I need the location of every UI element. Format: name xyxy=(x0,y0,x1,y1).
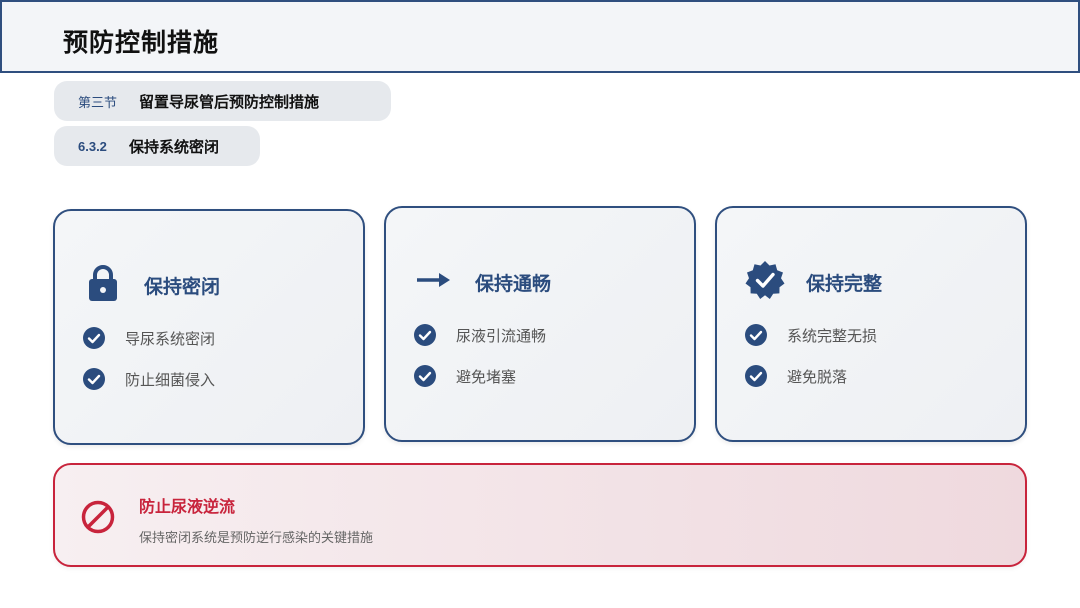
card-title: 保持通畅 xyxy=(475,273,552,295)
prohibited-icon xyxy=(81,500,115,534)
check-circle-icon xyxy=(83,327,105,349)
card-keep-flowing: 保持通畅 尿液引流通畅 避免堵塞 xyxy=(384,206,696,442)
arrow-right-icon xyxy=(414,260,454,300)
header-bar: 预防控制措施 xyxy=(0,0,1080,73)
check-circle-icon xyxy=(414,324,436,346)
card-keep-sealed: 保持密闭 导尿系统密闭 防止细菌侵入 xyxy=(53,209,365,445)
subsection-title: 保持系统密闭 xyxy=(129,137,220,156)
check-circle-icon xyxy=(83,368,105,390)
item-text: 避免脱落 xyxy=(787,367,848,386)
list-item: 防止细菌侵入 xyxy=(83,368,215,390)
subsection-pill: 6.3.2 保持系统密闭 xyxy=(54,126,260,166)
check-circle-icon xyxy=(745,324,767,346)
section-title: 留置导尿管后预防控制措施 xyxy=(139,92,320,111)
section-pill: 第三节 留置导尿管后预防控制措施 xyxy=(54,81,391,121)
item-text: 防止细菌侵入 xyxy=(125,370,216,389)
warning-title: 防止尿液逆流 xyxy=(139,497,236,516)
list-item: 避免脱落 xyxy=(745,365,847,387)
list-item: 导尿系统密闭 xyxy=(83,327,215,349)
subsection-tag: 6.3.2 xyxy=(78,138,107,154)
warning-box: 防止尿液逆流 保持密闭系统是预防逆行感染的关键措施 xyxy=(53,463,1027,567)
section-tag: 第三节 xyxy=(78,95,118,111)
page-title: 预防控制措施 xyxy=(63,28,220,57)
item-text: 尿液引流通畅 xyxy=(456,326,547,345)
card-title: 保持完整 xyxy=(806,273,883,295)
lock-icon xyxy=(83,263,123,303)
list-item: 系统完整无损 xyxy=(745,324,877,346)
warning-description: 保持密闭系统是预防逆行感染的关键措施 xyxy=(139,531,374,546)
check-circle-icon xyxy=(745,365,767,387)
item-text: 避免堵塞 xyxy=(456,367,517,386)
item-text: 导尿系统密闭 xyxy=(125,329,216,348)
card-keep-intact: 保持完整 系统完整无损 避免脱落 xyxy=(715,206,1027,442)
list-item: 尿液引流通畅 xyxy=(414,324,546,346)
check-circle-icon xyxy=(414,365,436,387)
item-text: 系统完整无损 xyxy=(787,326,878,345)
card-title: 保持密闭 xyxy=(144,276,221,298)
list-item: 避免堵塞 xyxy=(414,365,516,387)
verified-badge-icon xyxy=(745,260,785,300)
